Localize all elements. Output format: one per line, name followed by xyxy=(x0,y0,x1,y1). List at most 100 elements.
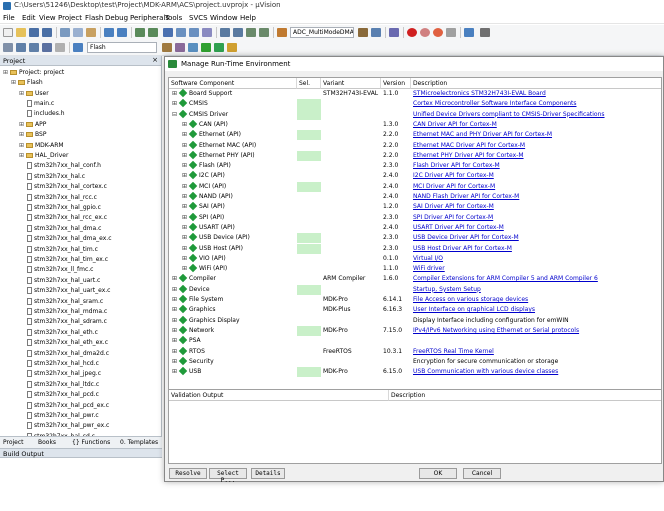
variant-select[interactable]: STM32H743I-EVAL xyxy=(321,89,381,99)
expand-icon[interactable]: ⊞ xyxy=(172,296,178,303)
component-row[interactable]: ⊞ Board Support STM32H743I-EVAL 1.1.0 STMicr… xyxy=(169,89,661,99)
component-row[interactable]: ⊞ USB Host (API) 2.3.0 USB Host Driver API … xyxy=(169,243,661,254)
variant-select[interactable]: MDK-Pro xyxy=(321,295,381,305)
tree-file[interactable]: stm32h7xx_hal_tim_ex.c xyxy=(27,254,108,265)
sel-cell[interactable] xyxy=(297,213,321,223)
expand-icon[interactable]: ⊞ xyxy=(172,368,178,375)
expand-icon[interactable]: ⊞ xyxy=(172,90,178,97)
sel-cell[interactable] xyxy=(297,150,321,162)
tools-icon[interactable] xyxy=(480,28,490,37)
component-row[interactable]: ⊞ USART (API) 2.4.0 USART Driver API for Co… xyxy=(169,222,661,233)
expand-icon[interactable]: ⊞ xyxy=(182,245,188,252)
description-link[interactable]: SPI Driver API for Cortex-M xyxy=(411,213,661,223)
sel-cell[interactable] xyxy=(297,171,321,181)
expand-icon[interactable]: ⊞ xyxy=(172,286,178,293)
description-link[interactable]: SAI Driver API for Cortex-M xyxy=(411,202,661,212)
column-header-sel[interactable]: Sel. xyxy=(297,78,321,89)
tree-file[interactable]: stm32h7xx_ll_fmc.c xyxy=(27,265,93,276)
expand-icon[interactable]: ⊞ xyxy=(182,265,188,272)
variant-select[interactable]: MDK-Pro xyxy=(321,326,381,336)
expand-icon[interactable]: ⊞ xyxy=(182,152,188,159)
bookmark-prev-icon[interactable] xyxy=(176,28,186,37)
tree-folder[interactable]: ⊞ MDK-ARM xyxy=(19,140,64,151)
component-row[interactable]: ⊞ File System MDK-Pro 6.14.1 File Access on … xyxy=(169,295,661,305)
component-row[interactable]: ⊞ Ethernet PHY (API) 2.2.0 Ethernet PHY Dri… xyxy=(169,150,661,162)
panel-tab[interactable]: Project xyxy=(3,439,24,446)
description-link[interactable]: Compiler Extensions for ARM Compiler 5 a… xyxy=(411,274,661,284)
sel-cell[interactable] xyxy=(297,192,321,202)
redo-icon[interactable] xyxy=(117,28,127,37)
bookmark-clear-icon[interactable] xyxy=(202,28,212,37)
component-row[interactable]: ⊞ Security Encryption for secure communica… xyxy=(169,356,661,367)
indent-icon[interactable] xyxy=(220,28,230,37)
column-header-component[interactable]: Software Component xyxy=(169,78,297,89)
tree-file[interactable]: stm32h7xx_hal_pwr_ex.c xyxy=(27,421,109,432)
component-row[interactable]: ⊞ Device Startup, System Setup xyxy=(169,284,661,295)
tree-folder[interactable]: ⊞ Project: project xyxy=(3,67,64,78)
nav-back-icon[interactable] xyxy=(135,28,145,37)
sel-cell[interactable] xyxy=(297,243,321,254)
cut-icon[interactable] xyxy=(60,28,70,37)
menu-project[interactable]: Project xyxy=(58,14,82,22)
cancel-button[interactable]: Cancel xyxy=(463,468,501,479)
panel-tab[interactable]: Books xyxy=(38,439,56,446)
expand-icon[interactable]: ⊞ xyxy=(182,224,188,231)
component-row[interactable]: ⊞ VIO (API) 0.1.0 Virtual I/O xyxy=(169,253,661,264)
ok-button[interactable]: OK xyxy=(419,468,457,479)
expand-icon[interactable]: ⊞ xyxy=(182,214,188,221)
tree-file[interactable]: main.c xyxy=(27,98,54,109)
bookmark-next-icon[interactable] xyxy=(189,28,199,37)
books-icon[interactable] xyxy=(188,43,198,52)
component-row[interactable]: ⊞ Ethernet MAC (API) 2.2.0 Ethernet MAC Dri… xyxy=(169,140,661,151)
tree-folder[interactable]: ⊞ HAL_Driver xyxy=(19,150,68,161)
description-link[interactable]: MCI Driver API for Cortex-M xyxy=(411,182,661,192)
component-row[interactable]: ⊞ Compiler ARM Compiler 1.6.0 Compiler Exten… xyxy=(169,274,661,284)
sel-cell[interactable] xyxy=(297,295,321,305)
sel-cell[interactable] xyxy=(297,89,321,99)
tree-file[interactable]: stm32h7xx_hal_dma_ex.c xyxy=(27,233,112,244)
expand-icon[interactable]: ⊞ xyxy=(19,131,25,138)
sel-cell[interactable] xyxy=(297,316,321,326)
sel-cell[interactable] xyxy=(297,202,321,212)
tree-file[interactable]: stm32h7xx_hal_eth.c xyxy=(27,327,98,338)
component-row[interactable]: ⊞ SPI (API) 2.3.0 SPI Driver API for Cortex… xyxy=(169,212,661,223)
component-row[interactable]: ⊞ RTOS FreeRTOS 10.3.1 FreeRTOS Real Time Ke… xyxy=(169,346,661,357)
pack-installer-icon[interactable] xyxy=(227,43,237,52)
description-link[interactable]: WiFi driver xyxy=(411,264,661,274)
expand-icon[interactable]: ⊞ xyxy=(182,193,188,200)
sel-cell[interactable] xyxy=(297,120,321,130)
sel-cell[interactable] xyxy=(297,325,321,337)
component-row[interactable]: ⊞ USB Device (API) 2.3.0 USB Device Driver … xyxy=(169,233,661,244)
expand-icon[interactable]: ⊞ xyxy=(3,69,9,76)
description-link[interactable]: STMicroelectronics STM32H743I-EVAL Board xyxy=(411,89,661,99)
tree-file[interactable]: stm32h7xx_hal_uart.c xyxy=(27,275,100,286)
sel-cell[interactable] xyxy=(297,274,321,284)
find-combo[interactable]: ADC_MultiModeDMARec xyxy=(290,27,354,38)
batch-build-icon[interactable] xyxy=(42,43,52,52)
component-row[interactable]: ⊞ Graphics Display Display Interface inclu… xyxy=(169,315,661,326)
expand-icon[interactable]: ⊞ xyxy=(182,172,188,179)
sel-cell[interactable] xyxy=(297,367,321,378)
sel-cell[interactable] xyxy=(297,109,321,120)
tree-file[interactable]: stm32h7xx_hal_uart_ex.c xyxy=(27,285,110,296)
collapse-icon[interactable]: ⊟ xyxy=(172,111,178,118)
expand-icon[interactable]: ⊞ xyxy=(182,142,188,149)
expand-icon[interactable]: ⊞ xyxy=(182,255,188,262)
panel-tab[interactable]: 0. Templates xyxy=(120,439,158,446)
column-header-description[interactable]: Description xyxy=(411,78,661,89)
component-row[interactable]: ⊞ NAND (API) 2.4.0 NAND Flash Driver API fo… xyxy=(169,192,661,202)
save-all-icon[interactable] xyxy=(42,28,52,37)
expand-icon[interactable]: ⊞ xyxy=(182,183,188,190)
translate-icon[interactable] xyxy=(3,43,13,52)
tree-file[interactable]: stm32h7xx_hal_pcd.c xyxy=(27,389,99,400)
column-header-version[interactable]: Version xyxy=(381,78,411,89)
tree-folder[interactable]: ⊞ APP xyxy=(19,119,46,130)
expand-icon[interactable]: ⊞ xyxy=(11,79,17,86)
description-link[interactable]: USART Driver API for Cortex-M xyxy=(411,223,661,233)
expand-icon[interactable]: ⊞ xyxy=(172,337,178,344)
tree-folder[interactable]: ⊞ User xyxy=(19,88,49,99)
open-file-icon[interactable] xyxy=(16,28,26,37)
description-link[interactable]: USB Communication with various device cl… xyxy=(411,367,661,377)
expand-icon[interactable]: ⊞ xyxy=(172,327,178,334)
kill-breakpoints-icon[interactable] xyxy=(433,28,443,37)
